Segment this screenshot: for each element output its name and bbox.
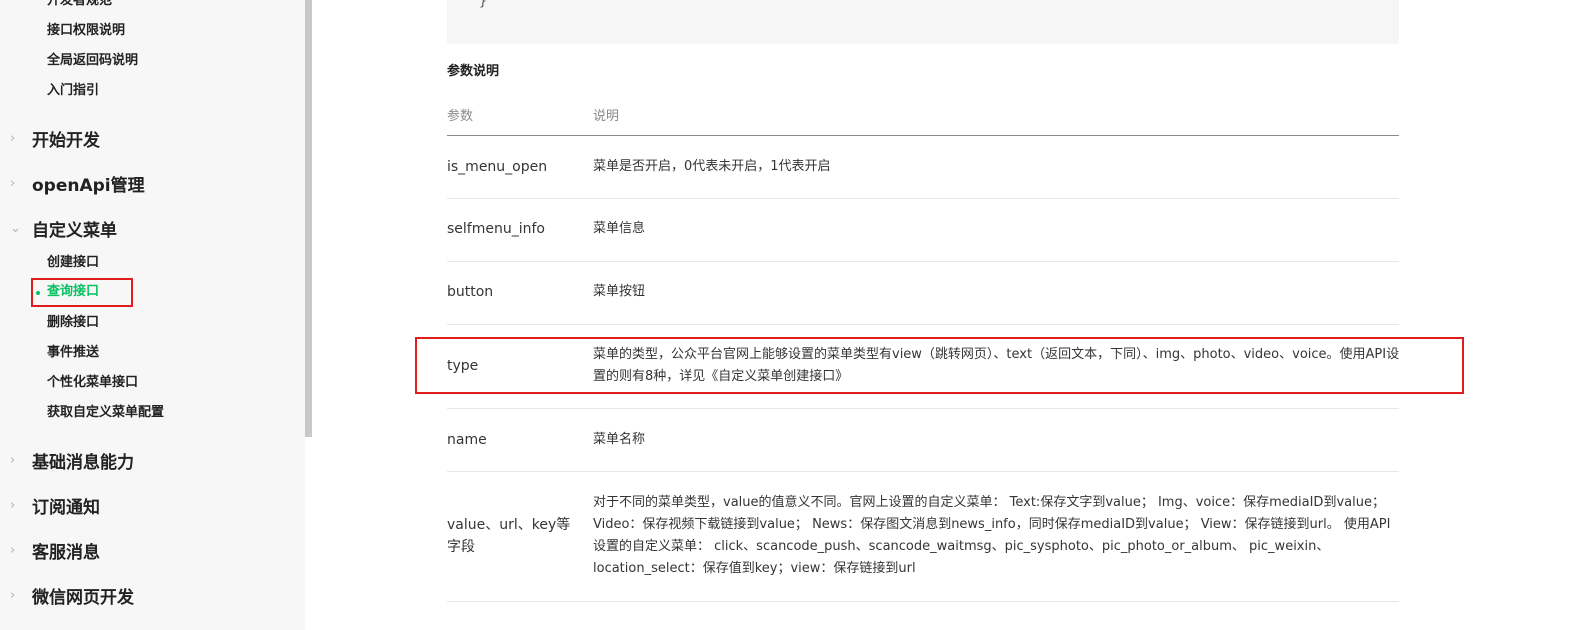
sidebar-item-global-return-codes[interactable]: 全局返回码说明 [47,52,138,70]
row-divider [447,261,1399,262]
sidebar-section-openapi[interactable]: › openApi管理 [10,171,145,196]
table-cell-desc: 菜单按钮 [593,284,646,299]
sidebar-section-start-dev[interactable]: › 开始开发 [10,126,100,151]
table-cell-param: name [447,432,487,448]
row-divider [447,601,1399,602]
sidebar-section-custom-menu[interactable]: ⌄ 自定义菜单 [10,216,117,241]
sidebar-item-event-push[interactable]: 事件推送 [47,344,99,362]
table-cell-desc: 菜单名称 [593,432,646,447]
highlight-box-query-api [31,278,133,307]
table-cell-desc: 对于不同的菜单类型，value的值意义不同。官网上设置的自定义菜单： Text:… [593,495,1391,576]
sidebar-item-getting-started[interactable]: 入门指引 [47,82,99,100]
chevron-right-icon: › [10,542,16,558]
code-text: } [479,0,487,9]
table-cell-desc: 菜单是否开启，0代表未开启，1代表开启 [593,159,831,174]
sidebar-item-delete-api[interactable]: 删除接口 [47,314,99,332]
table-cell-param: button [447,284,494,300]
sidebar-section-label: 开始开发 [32,130,100,151]
row-divider [447,471,1399,472]
sidebar-section-label: 自定义菜单 [32,220,117,241]
code-block: } [447,0,1399,44]
row-divider [447,408,1399,409]
chevron-right-icon: › [10,497,16,513]
section-title: 参数说明 [447,64,500,79]
sidebar-item-api-permissions[interactable]: 接口权限说明 [47,22,125,40]
table-cell-desc: 菜单信息 [593,221,646,236]
chevron-right-icon: › [10,130,16,146]
sidebar-section-label: 微信网页开发 [32,587,134,608]
chevron-down-icon: ⌄ [10,220,21,236]
row-divider [447,198,1399,199]
sidebar-item-create-api[interactable]: 创建接口 [47,254,99,272]
sidebar-section-web-dev[interactable]: › 微信网页开发 [10,583,134,608]
sidebar-section-label: 基础消息能力 [32,452,134,473]
sidebar-section-label: 订阅通知 [32,497,100,518]
sidebar-item-get-menu-config[interactable]: 获取自定义菜单配置 [47,404,164,422]
highlight-box-type-row [415,337,1464,394]
sidebar-section-customer-service[interactable]: › 客服消息 [10,538,100,563]
table-header-divider [447,135,1399,136]
table-header-param: 参数 [447,109,474,124]
sidebar-section-label: 客服消息 [32,542,100,563]
sidebar-scrollbar[interactable] [305,0,312,437]
sidebar-item-personalized-menu[interactable]: 个性化菜单接口 [47,374,138,392]
table-cell-param: is_menu_open [447,159,548,175]
chevron-right-icon: › [10,452,16,468]
chevron-right-icon: › [10,587,16,603]
table-cell-param: value、url、key等字段 [447,517,571,555]
sidebar-item-developer-spec[interactable]: 开发者规范 [47,0,112,10]
table-header-desc: 说明 [593,109,620,124]
table-cell-param: selfmenu_info [447,221,545,237]
row-divider [447,324,1399,325]
sidebar-nav: 开发者规范 接口权限说明 全局返回码说明 入门指引 › 开始开发 › openA… [0,0,305,630]
sidebar-section-label: openApi管理 [32,175,145,196]
sidebar-section-basic-messages[interactable]: › 基础消息能力 [10,448,134,473]
sidebar-section-subscribe-notify[interactable]: › 订阅通知 [10,493,100,518]
chevron-right-icon: › [10,175,16,191]
